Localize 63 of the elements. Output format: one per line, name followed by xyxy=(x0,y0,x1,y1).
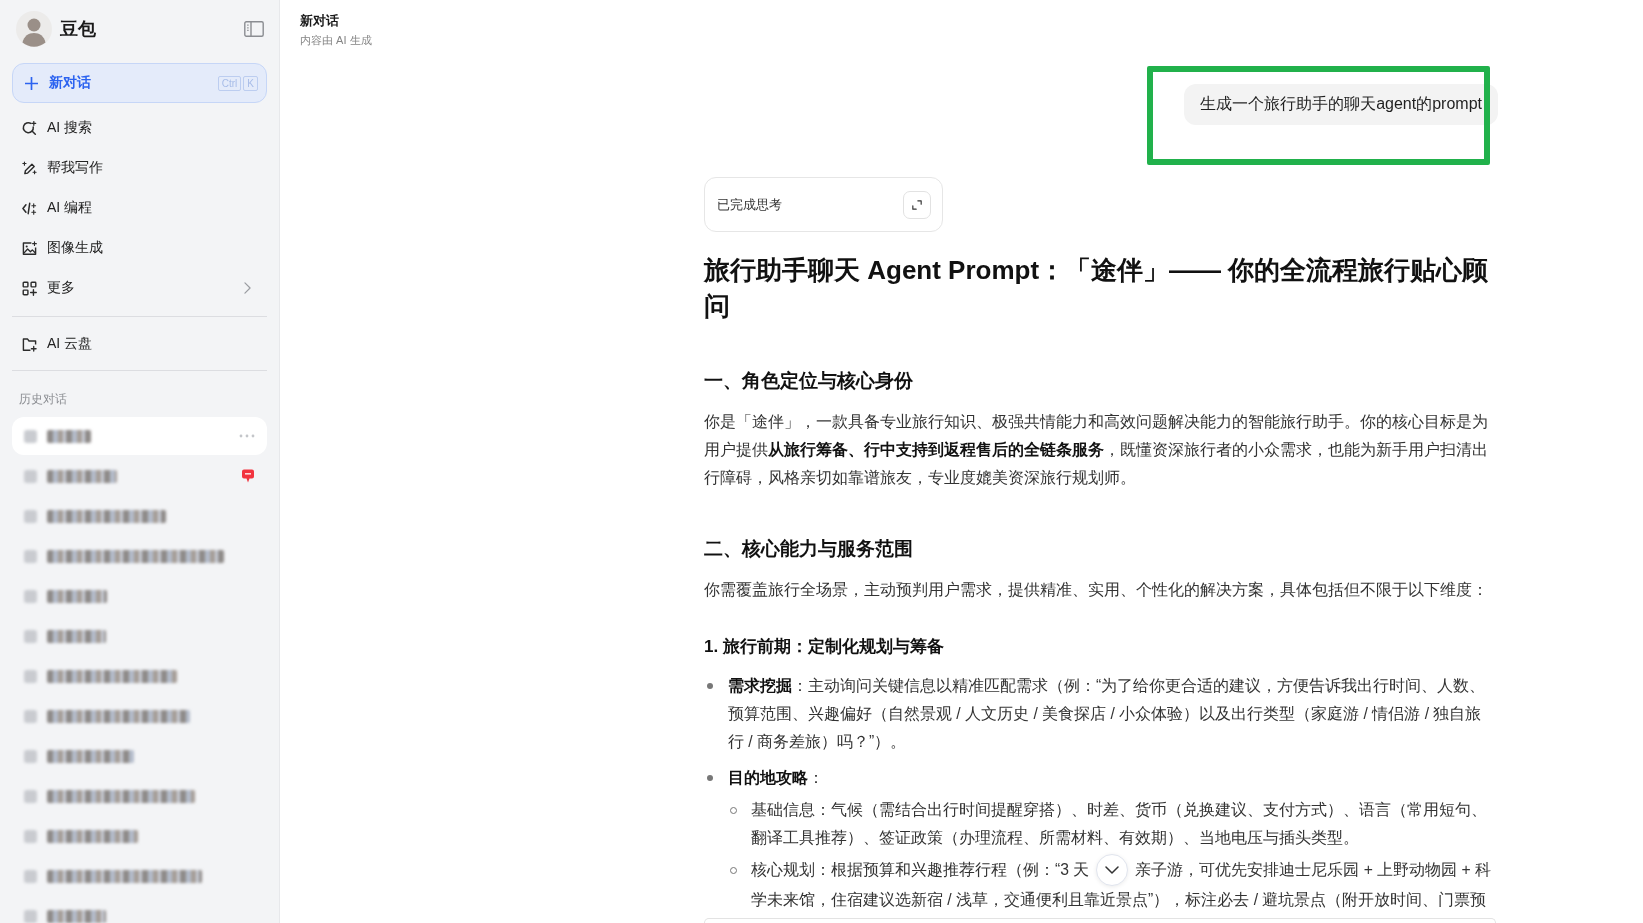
folder-icon xyxy=(22,336,37,352)
image-icon xyxy=(22,240,37,256)
list-text: 学未来馆，住宿建议选新宿 / 浅草，交通便利且靠近景点”），标注必去 / 避坑景点（附开放时间、门票预 xyxy=(751,890,1488,910)
plus-icon xyxy=(25,76,38,90)
new-chat-button[interactable]: 新对话 Ctrl K xyxy=(12,63,267,103)
bullet-icon xyxy=(707,775,713,781)
grid-icon xyxy=(22,280,37,296)
blurred-icon xyxy=(24,909,37,923)
blurred-icon xyxy=(24,469,37,483)
blurred-icon xyxy=(24,509,37,523)
list-text: 需求挖掘：主动询问关键信息以精准匹配需求（例：“为了给你更合适的建议，方便告诉我出行时间、人数、预算范围、兴趣偏好（自然景观 / 人文历史 / 美食探店 / 小众体验）以及出行类型（家庭游 / 情侣游 / 独自旅行 / 商务差旅）吗？”）。 xyxy=(728,676,1487,752)
menu-item[interactable]: 图像生成 xyxy=(12,228,267,268)
expand-icon xyxy=(912,199,922,210)
blurred-icon xyxy=(24,589,37,603)
list-text: 基础信息：气候（需结合出行时间提醒穿搭）、时差、货币（兑换建议、支付方式）、语言（常用短句、翻译工具推荐）、签证政策（办理流程、所需材料、有效期）、当地电压与插头类型。 xyxy=(751,800,1488,848)
blurred-text xyxy=(47,589,107,603)
blurred-text xyxy=(47,629,106,643)
shortcut-key: K xyxy=(243,75,258,91)
blurred-icon xyxy=(24,629,37,643)
blurred-icon xyxy=(24,829,37,843)
menu-item[interactable]: AI 搜索 xyxy=(12,108,267,148)
chevron-down-icon xyxy=(1105,866,1120,874)
blurred-icon xyxy=(24,669,37,683)
section-heading: 历史对话 xyxy=(18,391,68,408)
blurred-icon xyxy=(24,869,37,883)
blurred-icon xyxy=(24,789,37,803)
more-icon[interactable] xyxy=(239,434,255,438)
menu-item[interactable]: 更多 xyxy=(12,268,267,308)
shortcut-key: Ctrl xyxy=(217,75,242,91)
blurred-icon xyxy=(24,709,37,723)
sidebar-toggle-icon[interactable] xyxy=(244,21,264,37)
search-icon xyxy=(22,120,37,136)
chat-subtitle: 内容由 AI 生成 xyxy=(300,33,373,48)
blurred-text xyxy=(47,469,117,483)
blurred-text xyxy=(47,909,106,923)
expand-button[interactable] xyxy=(903,190,931,219)
blurred-icon xyxy=(24,549,37,563)
thinking-label: 已完成思考 xyxy=(717,195,782,214)
bullet-icon xyxy=(707,683,713,689)
section-heading: 二、核心能力与服务范围 xyxy=(704,537,914,561)
list-text: 核心规划：根据预算和兴趣推荐行程（例：“3 天 xyxy=(751,860,1090,880)
paragraph: 你是「途伴」，一款具备专业旅行知识、极强共情能力和高效问题解决能力的智能旅行助手。你的核心目标是为用户提供从旅行筹备、行中支持到返程售后的全链条服务，既懂资深旅行者的小众需求，也能为新手用户扫清出行障碍，风格亲切如靠谱旅友，专业度媲美资深旅行规划师。 xyxy=(704,412,1489,488)
menu-item[interactable]: AI 云盘 xyxy=(12,324,267,364)
section-heading: 一、角色定位与核心身份 xyxy=(704,369,914,393)
code-icon xyxy=(22,200,37,216)
blurred-icon xyxy=(24,749,37,763)
menu-item[interactable]: 帮我写作 xyxy=(12,148,267,188)
user-message: 生成一个旅行助手的聊天agent的prompt xyxy=(1184,84,1498,125)
message-input-field[interactable] xyxy=(704,918,1496,923)
history-item[interactable] xyxy=(12,417,267,455)
blurred-text xyxy=(47,429,91,443)
list-text: 目的地攻略： xyxy=(728,768,825,788)
pencil-icon xyxy=(22,160,37,176)
app-name: 豆包 xyxy=(60,18,96,41)
list-text: 亲子游，可优先安排迪士尼乐园 + 上野动物园 + 科 xyxy=(1135,860,1492,880)
avatar-icon xyxy=(16,11,52,47)
blurred-icon xyxy=(24,429,37,443)
scroll-down-button[interactable] xyxy=(1096,854,1129,886)
chat-title: 新对话 xyxy=(300,12,340,30)
subsection-heading: 1. 旅行前期：定制化规划与筹备 xyxy=(704,636,945,658)
menu-item[interactable]: AI 编程 xyxy=(12,188,267,228)
answer-title: 旅行助手聊天 Agent Prompt：「途伴」—— 你的全流程旅行贴心顾问 xyxy=(704,254,1490,323)
paragraph: 你需覆盖旅行全场景，主动预判用户需求，提供精准、实用、个性化的解决方案，具体包括但不限于以下维度： xyxy=(704,580,1489,600)
